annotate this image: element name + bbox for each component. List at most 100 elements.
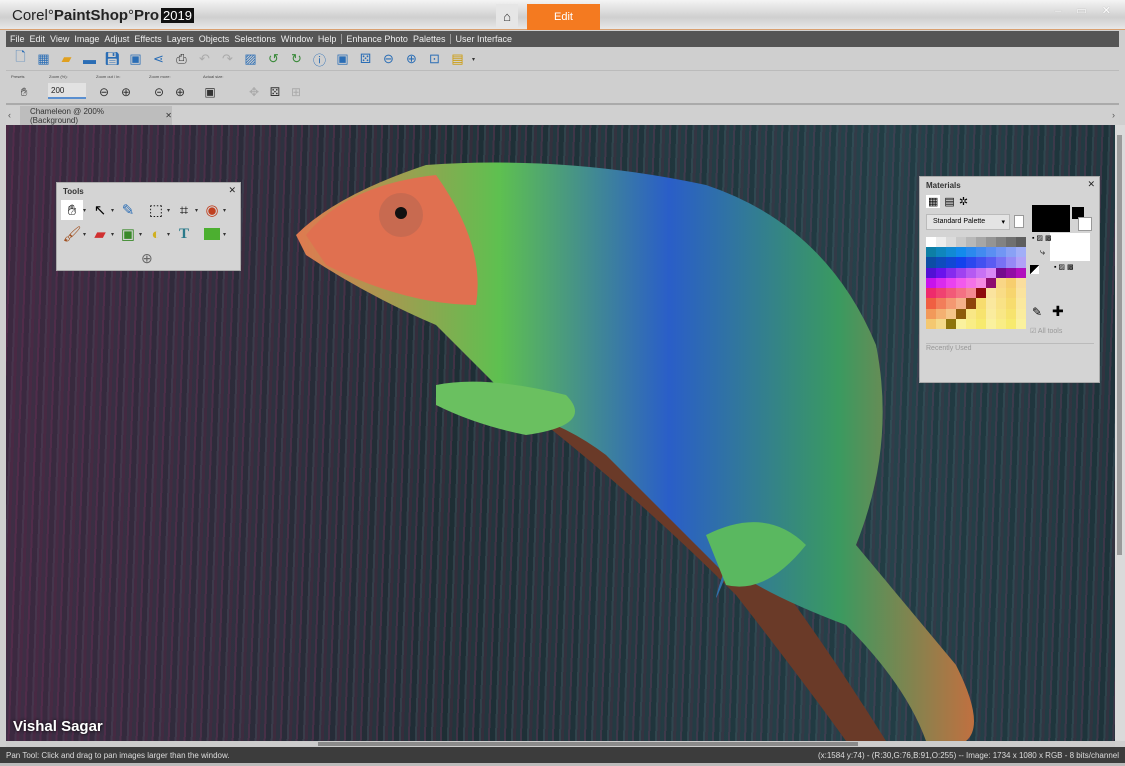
color-swatch[interactable] bbox=[926, 268, 936, 278]
color-swatch[interactable] bbox=[996, 278, 1006, 288]
grid-icon[interactable]: ▦ bbox=[35, 51, 52, 68]
color-swatch[interactable] bbox=[996, 268, 1006, 278]
color-swatch[interactable] bbox=[966, 237, 976, 247]
color-swatch[interactable] bbox=[976, 247, 986, 257]
open-folder-icon[interactable]: ▰ bbox=[58, 51, 75, 68]
zoom-out-icon[interactable]: ⊖ bbox=[380, 51, 397, 68]
pick-tool-icon[interactable]: ↖ bbox=[89, 200, 111, 220]
zoom-out-icon[interactable]: ⊖ bbox=[96, 84, 112, 100]
color-swatch[interactable] bbox=[966, 298, 976, 308]
color-swatch[interactable] bbox=[1016, 257, 1026, 267]
menu-user-interface[interactable]: User Interface bbox=[455, 34, 512, 44]
color-swatch[interactable] bbox=[996, 288, 1006, 298]
background-color-swatch[interactable] bbox=[1050, 233, 1090, 261]
actual-size-icon[interactable]: ▣ bbox=[202, 84, 218, 100]
undo-disabled-icon[interactable]: ↶ bbox=[196, 51, 213, 68]
menu-enhance-photo[interactable]: Enhance Photo bbox=[346, 34, 408, 44]
color-swatch[interactable] bbox=[976, 319, 986, 329]
menu-file[interactable]: File bbox=[10, 34, 25, 44]
color-swatch[interactable] bbox=[946, 268, 956, 278]
materials-close-icon[interactable]: ✕ bbox=[1087, 179, 1095, 190]
menu-help[interactable]: Help bbox=[318, 34, 337, 44]
color-swatch[interactable] bbox=[946, 237, 956, 247]
menu-selections[interactable]: Selections bbox=[234, 34, 276, 44]
tools-close-icon[interactable]: ✕ bbox=[228, 185, 236, 196]
color-swatch[interactable] bbox=[986, 268, 996, 278]
add-tool-icon[interactable]: ⊕ bbox=[141, 250, 153, 267]
color-swatch[interactable] bbox=[1016, 268, 1026, 278]
color-swatch[interactable] bbox=[976, 268, 986, 278]
save-icon[interactable]: 💾︎ bbox=[104, 51, 121, 68]
dodge-tool-icon[interactable]: ◐ bbox=[145, 224, 167, 244]
eyedropper-icon[interactable]: ✎ bbox=[1032, 305, 1042, 319]
color-swatch[interactable] bbox=[976, 257, 986, 267]
color-swatch[interactable] bbox=[986, 298, 996, 308]
palette-select[interactable]: Standard Palette▾ bbox=[926, 214, 1010, 230]
color-swatch[interactable] bbox=[996, 309, 1006, 319]
gradient-tab-icon[interactable]: ▤ bbox=[944, 195, 954, 208]
color-swatch[interactable] bbox=[956, 288, 966, 298]
color-swatch[interactable] bbox=[926, 298, 936, 308]
color-swatch[interactable] bbox=[976, 237, 986, 247]
pan-preset-icon[interactable]: ✋︎ bbox=[16, 84, 32, 100]
color-swatch[interactable] bbox=[986, 257, 996, 267]
color-swatch[interactable] bbox=[936, 237, 946, 247]
color-swatch[interactable] bbox=[1006, 237, 1016, 247]
color-swatch[interactable] bbox=[1006, 268, 1016, 278]
vertical-scrollbar[interactable] bbox=[1115, 125, 1125, 741]
color-swatch[interactable] bbox=[986, 288, 996, 298]
color-swatch[interactable] bbox=[936, 319, 946, 329]
menu-image[interactable]: Image bbox=[74, 34, 99, 44]
color-swatch[interactable] bbox=[936, 247, 946, 257]
resize-icon[interactable]: ▨ bbox=[242, 51, 259, 68]
document-tab[interactable]: Chameleon @ 200% (Background)✕ bbox=[20, 106, 172, 125]
home-button[interactable]: ⌂ bbox=[496, 4, 518, 28]
swap-colors-icon[interactable]: ⤷ bbox=[1040, 247, 1045, 258]
color-swatch[interactable] bbox=[996, 319, 1006, 329]
paste-icon[interactable]: ▤ bbox=[449, 51, 466, 68]
color-swatch[interactable] bbox=[1006, 309, 1016, 319]
window-controls[interactable]: – ▭ ✕ bbox=[1055, 4, 1117, 17]
color-swatch[interactable] bbox=[956, 298, 966, 308]
color-swatch[interactable] bbox=[946, 247, 956, 257]
color-swatch[interactable] bbox=[956, 278, 966, 288]
color-swatch[interactable] bbox=[996, 298, 1006, 308]
color-swatch[interactable] bbox=[976, 298, 986, 308]
fit-window-icon[interactable]: ⚄ bbox=[357, 51, 374, 68]
share-icon[interactable]: ⋖ bbox=[150, 51, 167, 68]
vertical-scroll-thumb[interactable] bbox=[1117, 135, 1122, 555]
color-swatch[interactable] bbox=[966, 268, 976, 278]
palette-options-icon[interactable] bbox=[1014, 215, 1024, 228]
color-swatch[interactable] bbox=[926, 309, 936, 319]
color-swatch[interactable] bbox=[996, 257, 1006, 267]
menu-window[interactable]: Window bbox=[281, 34, 313, 44]
color-swatch[interactable] bbox=[986, 309, 996, 319]
color-swatch[interactable] bbox=[976, 309, 986, 319]
actual-size-icon[interactable]: ▣ bbox=[334, 51, 351, 68]
text-tool-icon[interactable]: T bbox=[173, 224, 195, 244]
selection-tool-icon[interactable]: ⬚ bbox=[145, 200, 167, 220]
color-swatch[interactable] bbox=[926, 319, 936, 329]
horizontal-scroll-thumb[interactable] bbox=[318, 742, 858, 746]
color-swatch[interactable] bbox=[986, 319, 996, 329]
color-swatch[interactable] bbox=[986, 247, 996, 257]
menu-effects[interactable]: Effects bbox=[134, 34, 161, 44]
menu-view[interactable]: View bbox=[50, 34, 69, 44]
pan-tool-icon[interactable]: ✋︎ bbox=[61, 200, 83, 220]
color-swatch[interactable] bbox=[956, 268, 966, 278]
shape-tool-icon[interactable] bbox=[201, 224, 223, 244]
menu-objects[interactable]: Objects bbox=[199, 34, 230, 44]
rotate-left-icon[interactable]: ↺ bbox=[265, 51, 282, 68]
grid-snap-icon[interactable]: ⊞ bbox=[288, 84, 304, 100]
background-style-buttons[interactable]: ▪ ▨ ▩ bbox=[1054, 263, 1074, 271]
foreground-color-swatch[interactable] bbox=[1032, 205, 1070, 232]
zoom-in-icon[interactable]: ⊕ bbox=[403, 51, 420, 68]
zoom-more-in-icon[interactable]: ⊕ bbox=[172, 84, 188, 100]
chevron-down-icon[interactable]: ▾ bbox=[472, 56, 478, 63]
style-buttons[interactable]: ▪ ▨ ▩ bbox=[1032, 234, 1052, 242]
menu-palettes[interactable]: Palettes bbox=[413, 34, 446, 44]
color-swatch[interactable] bbox=[1016, 298, 1026, 308]
swatches-tab-icon[interactable]: ▦ bbox=[926, 195, 940, 208]
zoom-fit-icon[interactable]: ⊡ bbox=[426, 51, 443, 68]
color-swatch[interactable] bbox=[1006, 247, 1016, 257]
